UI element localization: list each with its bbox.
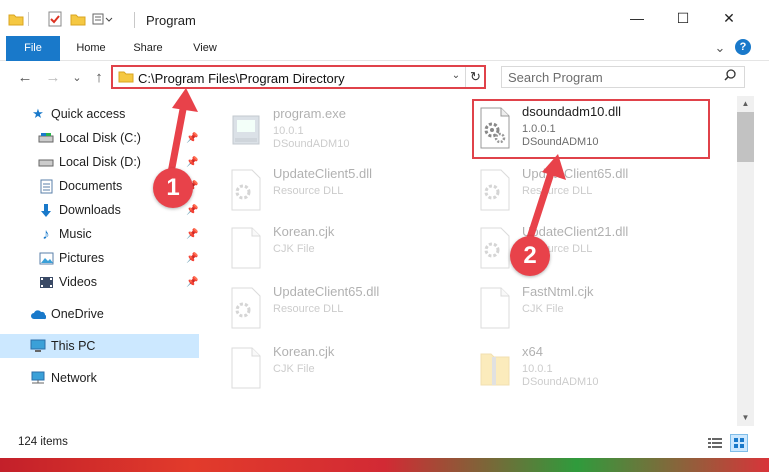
arrow-1-icon — [166, 88, 198, 182]
annotation-marker-2: 2 — [510, 236, 550, 276]
annotation-arrows — [166, 88, 566, 248]
annotation-marker-1: 1 — [153, 168, 193, 208]
arrow-2-icon — [524, 154, 566, 248]
